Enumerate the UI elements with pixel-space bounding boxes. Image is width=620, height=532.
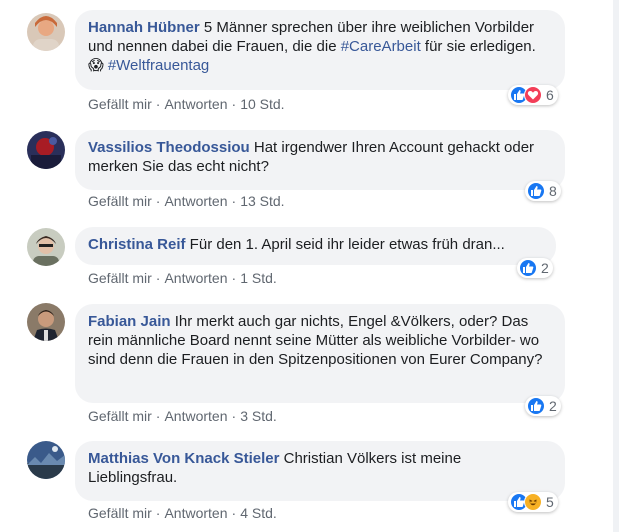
separator-dot: · [231,505,237,521]
reply-link[interactable]: Antworten [164,408,227,424]
separator-dot: · [231,408,237,424]
comment-author[interactable]: Fabian Jain [88,313,171,330]
comment-bubble: Vassilios Theodossiou Hat irgendwer Ihre… [75,130,565,190]
reply-link[interactable]: Antworten [164,505,227,521]
screaming-face-emoji: 😱 [88,57,104,74]
timestamp[interactable]: 10 Std. [240,96,284,112]
reactions-summary[interactable]: 2 [525,396,561,416]
avatar[interactable] [27,303,65,341]
like-link[interactable]: Gefällt mir [88,193,152,209]
reaction-count: 2 [541,260,549,276]
comment-bubble: Fabian Jain Ihr merkt auch gar nichts, E… [75,304,565,403]
separator-dot: · [155,96,161,112]
comment-author[interactable]: Hannah Hübner [88,19,200,36]
timestamp[interactable]: 13 Std. [240,193,284,209]
separator-dot: · [155,193,161,209]
like-link[interactable]: Gefällt mir [88,505,152,521]
hashtag-link[interactable]: #CareArbeit [341,38,421,55]
reactions-summary[interactable]: 6 [508,85,558,105]
avatar[interactable] [27,13,65,51]
comment-actions: Gefällt mir · Antworten · 4 Std. [88,505,277,521]
reaction-count: 2 [549,398,557,414]
separator-dot: · [155,505,161,521]
timestamp[interactable]: 4 Std. [240,505,277,521]
like-link[interactable]: Gefällt mir [88,96,152,112]
reaction-count: 6 [546,87,554,103]
scrollbar-thumb[interactable] [613,0,619,532]
hashtag-link[interactable]: #Weltfrauentag [108,57,209,74]
comment-author[interactable]: Christina Reif [88,236,186,253]
reply-link[interactable]: Antworten [164,193,227,209]
avatar[interactable] [27,131,65,169]
reactions-summary[interactable]: 2 [517,258,553,278]
timestamp[interactable]: 1 Std. [240,270,277,286]
reply-link[interactable]: Antworten [164,96,227,112]
reaction-count: 5 [546,494,554,510]
reply-link[interactable]: Antworten [164,270,227,286]
like-icon [527,397,545,415]
comment-actions: Gefällt mir · Antworten · 1 Std. [88,270,277,286]
reactions-summary[interactable]: 8 [525,181,561,201]
like-link[interactable]: Gefällt mir [88,270,152,286]
avatar[interactable] [27,228,65,266]
like-icon [519,259,537,277]
separator-dot: · [155,408,161,424]
comment-text: für sie erledigen. [420,38,536,55]
separator-dot: · [231,270,237,286]
separator-dot: · [155,270,161,286]
comment-author[interactable]: Matthias Von Knack Stieler [88,450,279,467]
comment-bubble: Christina Reif Für den 1. April seid ihr… [75,227,556,265]
laughing-face-icon [524,493,542,511]
comment-actions: Gefällt mir · Antworten · 3 Std. [88,408,277,424]
heart-icon [524,86,542,104]
comment-actions: Gefällt mir · Antworten · 13 Std. [88,193,285,209]
scrollbar-track[interactable] [612,0,620,532]
reaction-count: 8 [549,183,557,199]
separator-dot: · [231,193,237,209]
comment-text: Für den 1. April seid ihr leider etwas f… [185,236,505,253]
comment-bubble: Hannah Hübner 5 Männer sprechen über ihr… [75,10,565,90]
comment-bubble: Matthias Von Knack Stieler Christian Völ… [75,441,565,501]
comment-author[interactable]: Vassilios Theodossiou [88,139,250,156]
timestamp[interactable]: 3 Std. [240,408,277,424]
separator-dot: · [231,96,237,112]
avatar[interactable] [27,441,65,479]
like-link[interactable]: Gefällt mir [88,408,152,424]
reactions-summary[interactable]: 5 [508,492,558,512]
comment-actions: Gefällt mir · Antworten · 10 Std. [88,96,285,112]
like-icon [527,182,545,200]
